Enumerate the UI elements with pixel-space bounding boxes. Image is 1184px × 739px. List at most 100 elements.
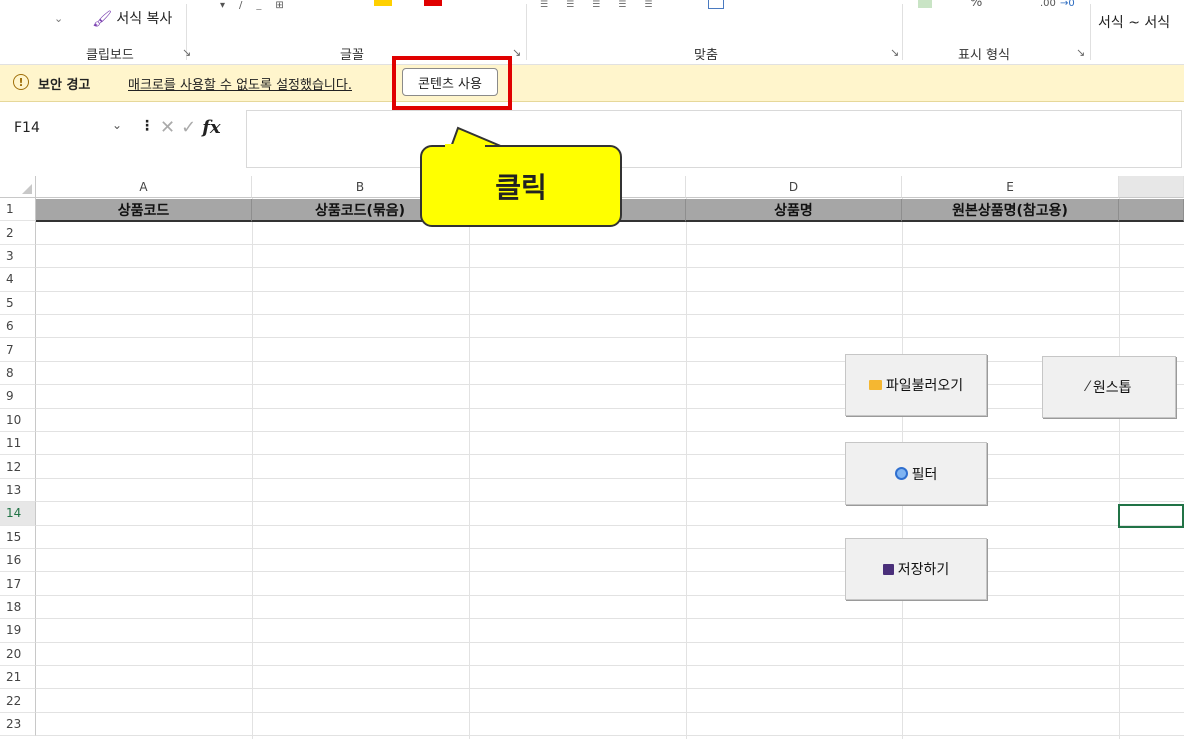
more-options-icon[interactable]: ⋮ bbox=[140, 118, 154, 134]
row-header[interactable]: 23 bbox=[0, 712, 36, 737]
filter-button[interactable]: 필터 bbox=[845, 442, 987, 505]
header-cell-d1[interactable]: 상품명 bbox=[686, 199, 902, 222]
enter-icon[interactable]: ✓ bbox=[181, 117, 196, 138]
header-cell-f1[interactable] bbox=[1119, 199, 1184, 222]
font-tool-icon[interactable]: ▾ bbox=[220, 0, 225, 10]
row-header[interactable]: 10 bbox=[0, 408, 36, 432]
cancel-icon[interactable]: ✕ bbox=[160, 117, 175, 138]
dialog-launcher-icon[interactable]: ↘ bbox=[182, 46, 191, 59]
row-header[interactable]: 2 bbox=[0, 221, 36, 245]
group-label-alignment: 맞춤 bbox=[694, 48, 718, 63]
selected-cell[interactable] bbox=[1118, 504, 1184, 528]
grid-line bbox=[36, 360, 1184, 362]
dialog-launcher-icon[interactable]: ↘ bbox=[512, 46, 521, 59]
row-header[interactable]: 22 bbox=[0, 689, 36, 713]
formula-buttons: ✕ ✓ fx bbox=[160, 112, 242, 142]
chevron-down-icon[interactable]: ⌄ bbox=[54, 12, 63, 25]
dialog-launcher-icon[interactable]: ↘ bbox=[1076, 46, 1085, 59]
grid-line bbox=[469, 198, 470, 739]
decimal-increase-icon[interactable]: .00 bbox=[1040, 0, 1056, 9]
align-center-icon[interactable]: ☰ bbox=[566, 0, 574, 8]
select-all-corner[interactable] bbox=[0, 176, 36, 198]
callout-joint bbox=[445, 144, 485, 148]
ribbon-separator bbox=[526, 4, 527, 60]
row-header[interactable]: 20 bbox=[0, 642, 36, 666]
merge-center-icon[interactable] bbox=[708, 0, 724, 9]
alignment-tools-row: ☰ ☰ ☰ ☰ ☰ bbox=[540, 0, 690, 8]
grid-line bbox=[36, 618, 1184, 620]
search-icon bbox=[894, 467, 908, 480]
security-warning-message[interactable]: 매크로를 사용할 수 없도록 설정했습니다. bbox=[128, 74, 352, 93]
decimal-decrease-icon[interactable]: →0 bbox=[1060, 0, 1075, 9]
grid-line bbox=[36, 267, 1184, 269]
grid-line bbox=[36, 594, 1184, 596]
align-right-icon[interactable]: ☰ bbox=[592, 0, 600, 8]
grid-line bbox=[36, 314, 1184, 315]
grid-line bbox=[36, 524, 1184, 526]
worksheet-grid[interactable]: A B C D E 상품코드 상품코드(묶음) 상품명 원본상품명(참고용) 1… bbox=[0, 176, 1184, 739]
grid-line bbox=[1119, 198, 1120, 739]
border-icon[interactable]: ⊞ bbox=[275, 0, 283, 10]
row-header[interactable]: 18 bbox=[0, 595, 36, 620]
grid-line bbox=[36, 735, 1184, 737]
row-header[interactable]: 16 bbox=[0, 549, 36, 573]
column-header-e[interactable]: E bbox=[902, 176, 1119, 198]
dialog-launcher-icon[interactable]: ↘ bbox=[890, 46, 899, 59]
font-color-icon[interactable] bbox=[424, 0, 442, 6]
row-header[interactable]: 5 bbox=[0, 291, 36, 315]
underline-icon[interactable]: _ bbox=[256, 0, 261, 10]
folder-icon bbox=[868, 380, 882, 390]
row-header[interactable]: 7 bbox=[0, 338, 36, 362]
format-painter-button[interactable]: 🖌 서식 복사 bbox=[92, 6, 172, 30]
fill-color-icon[interactable] bbox=[374, 0, 392, 6]
row-header[interactable]: 3 bbox=[0, 244, 36, 269]
grid-line bbox=[252, 198, 253, 739]
row-header[interactable]: 15 bbox=[0, 525, 36, 549]
filter-label: 필터 bbox=[911, 466, 938, 483]
grid-line bbox=[36, 641, 1184, 643]
security-warning-bar: ! 보안 경고 매크로를 사용할 수 없도록 설정했습니다. bbox=[0, 65, 1184, 102]
row-header[interactable]: 9 bbox=[0, 385, 36, 409]
row-header[interactable]: 13 bbox=[0, 478, 36, 503]
row-header[interactable]: 4 bbox=[0, 268, 36, 292]
row-header[interactable]: 19 bbox=[0, 619, 36, 643]
grid-line bbox=[36, 431, 1184, 432]
accounting-format-icon[interactable] bbox=[918, 0, 932, 8]
grid-line bbox=[36, 384, 1184, 386]
save-button[interactable]: 저장하기 bbox=[845, 538, 987, 600]
load-file-label: 파일불러오기 bbox=[885, 378, 964, 394]
magic-wand-icon: ⁄ bbox=[1086, 379, 1089, 395]
column-header-d[interactable]: D bbox=[686, 176, 902, 198]
row-header[interactable]: 8 bbox=[0, 361, 36, 386]
highlight-box bbox=[392, 56, 512, 110]
outdent-icon[interactable]: ☰ bbox=[644, 0, 652, 8]
click-callout: 클릭 bbox=[420, 145, 622, 227]
row-header[interactable]: 17 bbox=[0, 572, 36, 596]
header-cell-a1[interactable]: 상품코드 bbox=[36, 199, 252, 222]
header-cell-e1[interactable]: 원본상품명(참고용) bbox=[902, 199, 1119, 222]
row-header[interactable]: 6 bbox=[0, 315, 36, 339]
group-label-clipboard: 클립보드 bbox=[86, 48, 134, 63]
insert-function-button[interactable]: fx bbox=[202, 117, 220, 138]
chevron-down-icon[interactable]: ⌄ bbox=[112, 118, 122, 132]
one-stop-button[interactable]: ⁄ 원스톱 bbox=[1042, 356, 1176, 418]
shield-warning-icon: ! bbox=[13, 74, 29, 90]
grid-line bbox=[36, 501, 1184, 503]
formula-input[interactable] bbox=[246, 110, 1182, 168]
styles-group-label[interactable]: 서식 ~ 서식 bbox=[1098, 12, 1170, 32]
grid-line bbox=[36, 688, 1184, 690]
row-header[interactable]: 12 bbox=[0, 455, 36, 479]
grid-line bbox=[36, 665, 1184, 666]
row-header[interactable]: 11 bbox=[0, 432, 36, 456]
row-header[interactable]: 21 bbox=[0, 666, 36, 690]
row-header[interactable]: 14 bbox=[0, 502, 36, 526]
indent-icon[interactable]: ☰ bbox=[618, 0, 626, 8]
load-file-button[interactable]: 파일불러오기 bbox=[845, 354, 987, 416]
row-header[interactable]: 1 bbox=[0, 198, 36, 222]
percent-style-button[interactable]: % bbox=[970, 0, 982, 10]
align-left-icon[interactable]: ☰ bbox=[540, 0, 548, 8]
column-header-f[interactable] bbox=[1119, 176, 1184, 198]
font-tool-icon[interactable]: / bbox=[239, 0, 242, 10]
grid-line bbox=[36, 454, 1184, 456]
column-header-a[interactable]: A bbox=[36, 176, 252, 198]
